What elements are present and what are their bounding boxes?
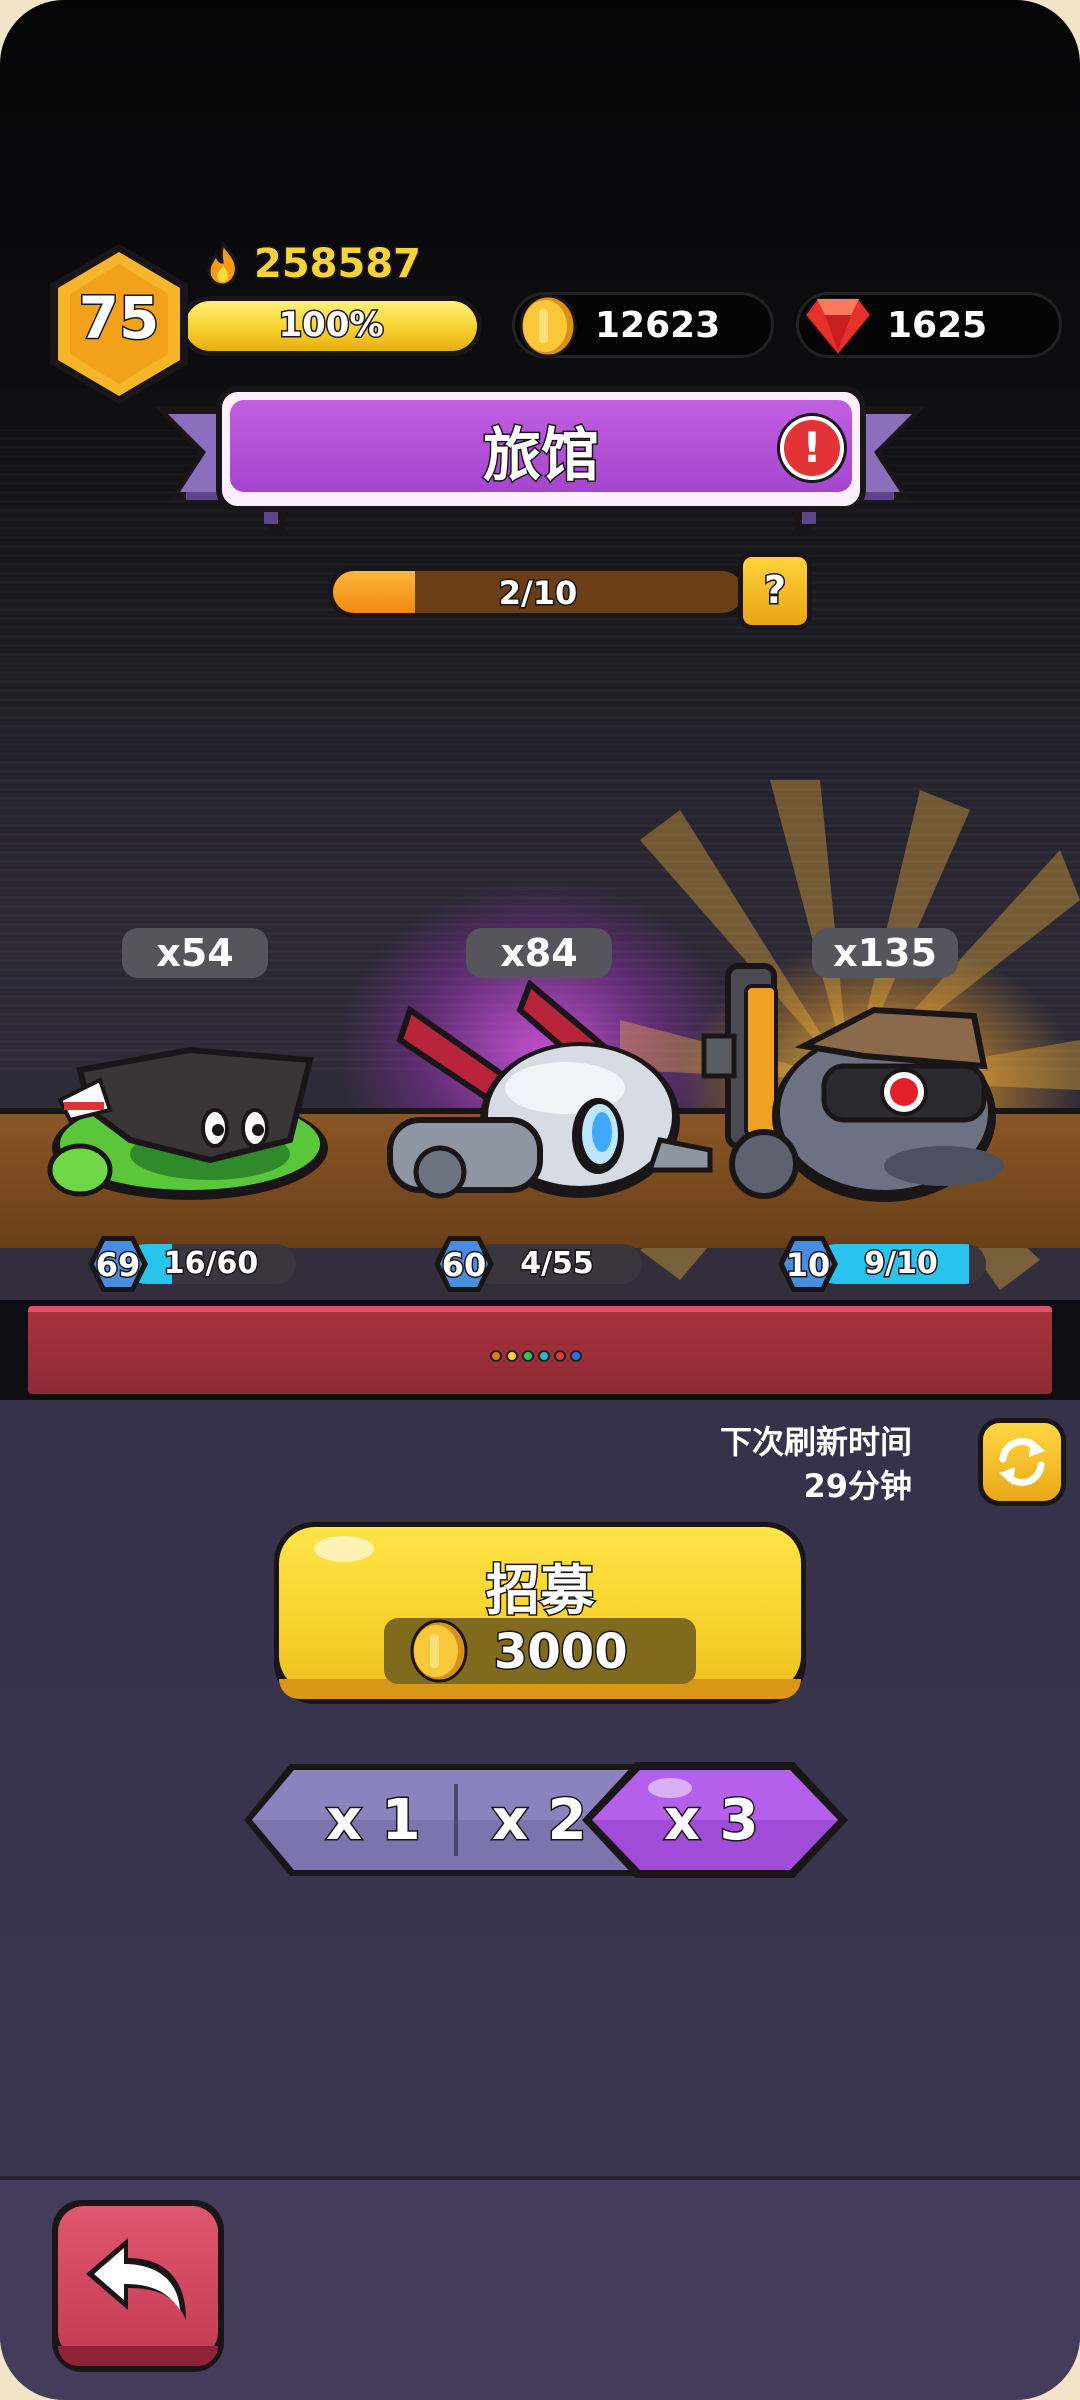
red-gem-icon <box>803 298 873 357</box>
refresh-timer: 下次刷新时间 29分钟 <box>720 1420 912 1508</box>
page-dot <box>538 1350 550 1362</box>
back-arrow-icon <box>86 2238 186 2320</box>
page-dot <box>506 1350 518 1362</box>
gold-coin-icon <box>519 294 577 358</box>
hero-shard-bar: 16/60 <box>126 1244 296 1284</box>
hero-level-value: 10 <box>784 1245 832 1286</box>
back-button-shadow <box>58 2346 218 2366</box>
hero-shard-label: 9/10 <box>863 1245 940 1283</box>
silver-robot-hero[interactable] <box>380 980 720 1210</box>
alert-icon[interactable]: ! <box>780 416 844 480</box>
back-button[interactable] <box>52 2200 224 2372</box>
armored-cannon-hero[interactable] <box>694 956 1034 1216</box>
inn-progress-label: 2/10 <box>497 573 578 614</box>
power-value: 258587 <box>253 240 423 289</box>
multiplier-x3-label: x 3 <box>663 1787 761 1855</box>
hero-count-badge: x84 <box>466 928 612 978</box>
hero-level-value: 60 <box>440 1245 488 1286</box>
player-level-value: 75 <box>77 283 161 354</box>
multiplier-x2-label: x 2 <box>491 1787 589 1855</box>
flame-icon <box>207 242 238 286</box>
xp-bar: 100% <box>180 296 482 356</box>
coins-value: 12623 <box>595 305 721 346</box>
hero-shard-bar: 4/55 <box>472 1244 642 1284</box>
hero-shard-label: 16/60 <box>162 1245 259 1283</box>
multiplier-x1-button[interactable]: x 1 <box>240 1760 440 1880</box>
app-screen: 258587 100% 75 12623 1625 旅馆 ! 2/10 ? x5… <box>0 0 1080 2400</box>
hero-level-value: 69 <box>94 1245 142 1286</box>
location-title: 旅馆 <box>481 420 600 491</box>
inn-progress-bar: 2/10 <box>328 566 748 618</box>
page-dot <box>570 1350 582 1362</box>
recruit-label: 招募 <box>485 1558 596 1624</box>
recruit-cost: 3000 <box>384 1618 696 1684</box>
page-dot <box>522 1350 534 1362</box>
page-dots <box>490 1350 582 1362</box>
hero-level-badge: 9/10 10 <box>776 1236 986 1292</box>
refresh-label: 下次刷新时间 <box>719 1423 912 1461</box>
hero-count-badge: x54 <box>122 928 268 978</box>
refresh-icon <box>999 1438 1045 1486</box>
gold-coin-icon <box>410 1619 468 1683</box>
green-slime-hero[interactable] <box>40 1030 350 1210</box>
refresh-time: 29分钟 <box>803 1467 912 1505</box>
recruit-button[interactable]: 招募 3000 <box>274 1522 806 1704</box>
gems-display[interactable]: 1625 <box>796 292 1062 358</box>
multiplier-x1-label: x 1 <box>325 1787 423 1855</box>
power-display: 258587 <box>204 238 423 290</box>
xp-percent-label: 100% <box>277 304 385 347</box>
multiplier-x3-button[interactable]: x 3 <box>580 1760 850 1880</box>
location-banner: 旅馆 ! <box>216 386 866 512</box>
help-button[interactable]: ? <box>738 552 812 630</box>
recruit-cost-value: 3000 <box>493 1623 630 1682</box>
hero-shard-bar: 9/10 <box>816 1244 986 1284</box>
hero-shard-label: 4/55 <box>519 1245 596 1283</box>
coins-display[interactable]: 12623 <box>512 292 774 358</box>
hero-level-badge: 4/55 60 <box>432 1236 642 1292</box>
refresh-button[interactable] <box>978 1418 1066 1506</box>
gems-value: 1625 <box>887 305 988 346</box>
page-dot <box>554 1350 566 1362</box>
player-level-badge[interactable]: 75 <box>46 240 192 408</box>
page-dot <box>490 1350 502 1362</box>
hero-level-badge: 16/60 69 <box>86 1236 296 1292</box>
